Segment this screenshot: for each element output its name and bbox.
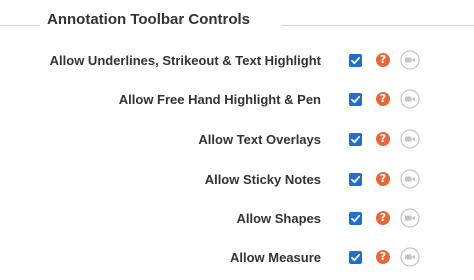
allow-free-hand-checkbox[interactable] [349, 93, 362, 106]
help-icon[interactable]: ? [376, 92, 390, 106]
video-camera-icon[interactable] [400, 208, 420, 228]
checkmark-icon [351, 135, 361, 144]
setting-label: Allow Sticky Notes [204, 172, 321, 187]
help-icon[interactable]: ? [376, 172, 390, 186]
setting-row-measure: Allow Measure ? [0, 246, 474, 272]
help-icon[interactable]: ? [376, 132, 390, 146]
setting-label: Allow Text Overlays [198, 132, 321, 147]
setting-row-text-overlays: Allow Text Overlays ? [0, 128, 474, 154]
video-camera-icon[interactable] [400, 89, 420, 109]
checkmark-icon [351, 253, 361, 262]
setting-row-free-hand: Allow Free Hand Highlight & Pen ? [0, 88, 474, 114]
setting-label: Allow Shapes [236, 211, 321, 226]
checkmark-icon [351, 214, 361, 223]
help-icon[interactable]: ? [376, 53, 390, 67]
setting-row-shapes: Allow Shapes ? [0, 207, 474, 233]
checkmark-icon [351, 56, 361, 65]
allow-text-overlays-checkbox[interactable] [349, 133, 362, 146]
video-camera-icon[interactable] [400, 247, 420, 267]
video-camera-icon[interactable] [400, 129, 420, 149]
allow-measure-checkbox[interactable] [349, 251, 362, 264]
setting-row-sticky-notes: Allow Sticky Notes ? [0, 168, 474, 194]
checkmark-icon [351, 175, 361, 184]
section-header: Annotation Toolbar Controls [0, 0, 474, 40]
allow-sticky-notes-checkbox[interactable] [349, 173, 362, 186]
annotation-toolbar-controls-section: Annotation Toolbar Controls Allow Underl… [0, 0, 474, 280]
checkmark-icon [351, 95, 361, 104]
setting-label: Allow Free Hand Highlight & Pen [118, 92, 321, 107]
allow-shapes-checkbox[interactable] [349, 212, 362, 225]
video-camera-icon[interactable] [400, 169, 420, 189]
allow-underlines-checkbox[interactable] [349, 54, 362, 67]
help-icon[interactable]: ? [376, 211, 390, 225]
help-icon[interactable]: ? [376, 250, 390, 264]
setting-row-underlines: Allow Underlines, Strikeout & Text Highl… [0, 49, 474, 75]
section-title: Annotation Toolbar Controls [47, 11, 251, 28]
setting-label: Allow Underlines, Strikeout & Text Highl… [49, 53, 321, 68]
setting-label: Allow Measure [229, 250, 321, 265]
video-camera-icon[interactable] [400, 50, 420, 70]
